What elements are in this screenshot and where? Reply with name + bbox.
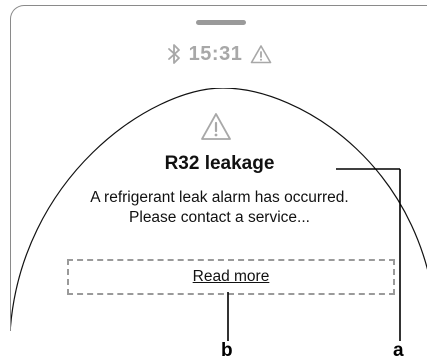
read-more-label: Read more xyxy=(192,268,270,285)
read-more-button[interactable]: Read more xyxy=(67,259,395,295)
callout-label-a: a xyxy=(393,340,404,361)
alert-message-line-2: Please contact a service... xyxy=(129,209,310,226)
alert-title: R32 leakage xyxy=(164,153,275,174)
alert-warning-icon xyxy=(200,112,232,146)
alert-panel: R32 leakage A refrigerant leak alarm has… xyxy=(11,6,427,331)
callout-label-b: b xyxy=(221,340,233,361)
device-screen: 15:31 R32 leakage A refrigerant leak ala… xyxy=(10,5,427,331)
alert-message-line-1: A refrigerant leak alarm has occurred. xyxy=(90,189,349,206)
